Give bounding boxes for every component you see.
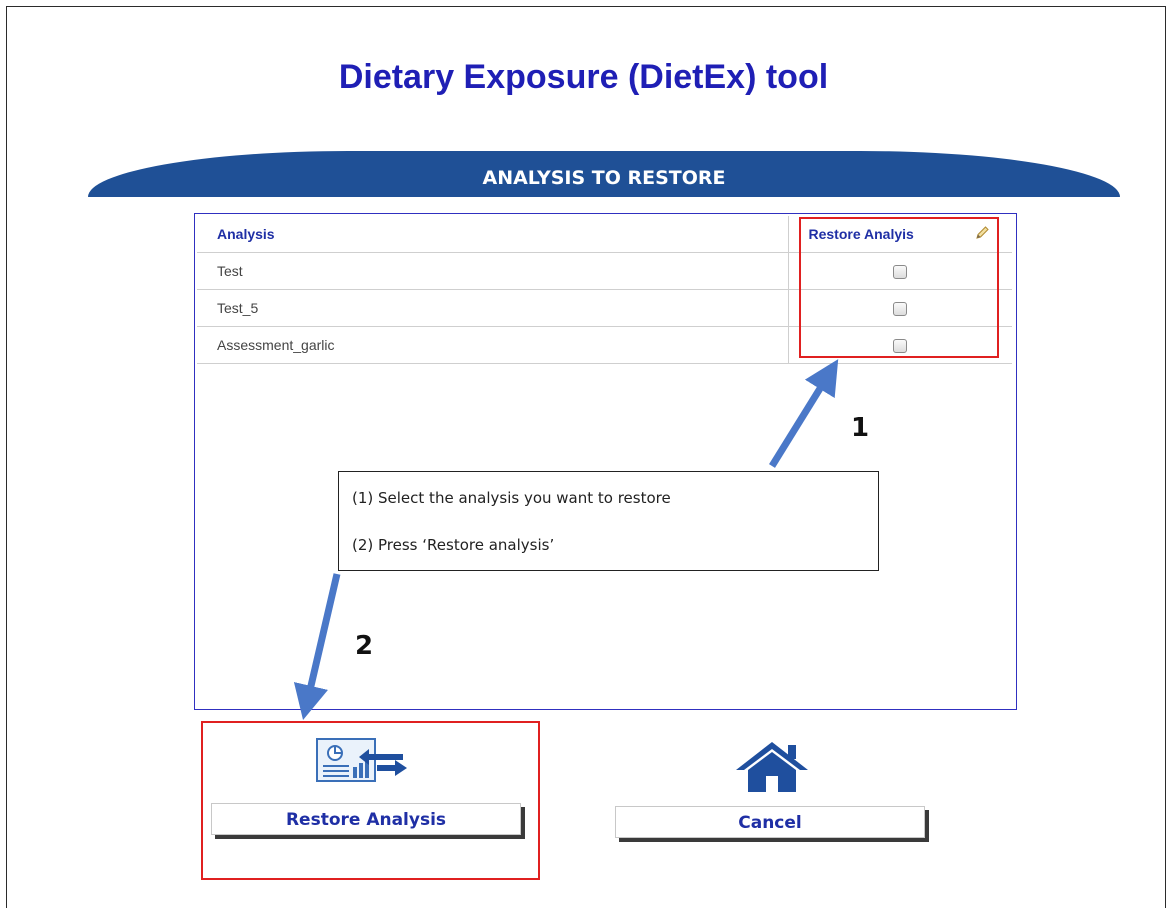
- app-title: Dietary Exposure (DietEx) tool: [338, 58, 829, 96]
- restore-analysis-button[interactable]: Restore Analysis: [211, 803, 521, 835]
- section-header: ANALYSIS TO RESTORE: [88, 151, 1120, 197]
- cancel-button[interactable]: Cancel: [615, 806, 925, 838]
- restore-analysis-icon[interactable]: [315, 737, 411, 785]
- instruction-callout: (1) Select the analysis you want to rest…: [338, 471, 879, 571]
- step-number-2: 2: [355, 631, 374, 661]
- analysis-name-cell: Test_5: [197, 289, 788, 327]
- callout-step-2: (2) Press ‘Restore analysis’: [352, 536, 555, 554]
- step-number-1: 1: [851, 413, 870, 443]
- home-icon[interactable]: [732, 740, 812, 792]
- column-header-analysis: Analysis: [197, 216, 788, 253]
- analysis-name-cell: Assessment_garlic: [197, 326, 788, 364]
- analysis-name-cell: Test: [197, 252, 788, 290]
- restore-column-highlight: [799, 217, 999, 358]
- callout-step-1: (1) Select the analysis you want to rest…: [352, 489, 671, 507]
